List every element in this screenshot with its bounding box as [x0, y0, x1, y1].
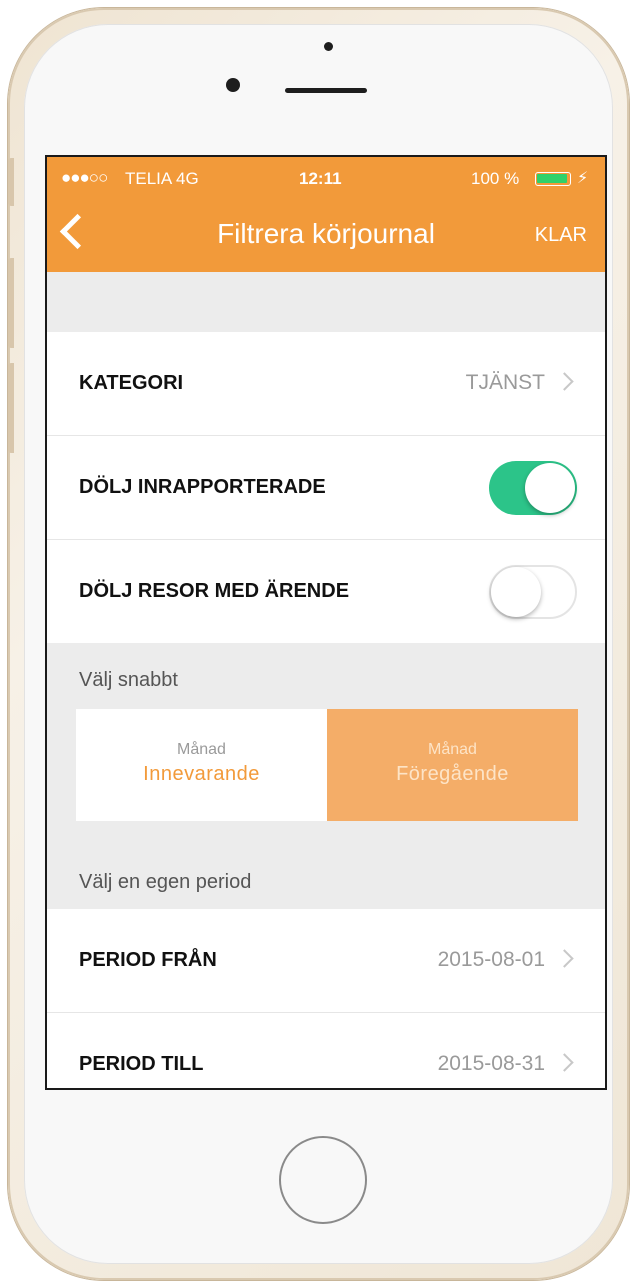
status-time: 12:11 — [299, 169, 342, 188]
battery-percentage: 100 % — [471, 169, 520, 188]
navigation-bar: Filtrera körjournal KLAR — [47, 212, 605, 262]
charging-icon: ⚡ — [577, 170, 589, 187]
mute-switch — [8, 158, 14, 206]
quick-select-header: Välj snabbt — [79, 669, 178, 691]
battery-icon — [535, 172, 571, 186]
toggle-knob — [491, 567, 541, 617]
chevron-right-icon — [555, 372, 574, 391]
custom-period-header: Välj en egen period — [79, 871, 252, 893]
hide-errand-trips-toggle[interactable] — [489, 565, 577, 619]
filter-settings-group: KATEGORI TJÄNST DÖLJ INRAPPORTERADE DÖLJ… — [47, 332, 605, 643]
period-to-label: PERIOD TILL — [79, 1053, 204, 1075]
period-from-row[interactable]: PERIOD FRÅN 2015-08-01 — [47, 909, 605, 1013]
status-bar: ●●●○○ TELIA 4G 12:11 100 % ⚡ — [47, 167, 605, 191]
period-from-label: PERIOD FRÅN — [79, 949, 217, 971]
page-title: Filtrera körjournal — [217, 218, 435, 249]
signal-strength-icon: ●●●○○ — [61, 168, 108, 187]
earpiece-speaker — [285, 88, 367, 93]
category-row[interactable]: KATEGORI TJÄNST — [47, 332, 605, 436]
proximity-sensor — [324, 42, 333, 51]
category-value: TJÄNST — [465, 371, 545, 394]
home-button[interactable] — [279, 1136, 367, 1224]
volume-up-button — [8, 258, 14, 348]
quick-select-segmented-control: Månad Innevarande Månad Föregående — [76, 709, 578, 821]
front-camera — [226, 78, 240, 92]
quick-select-previous-month[interactable]: Månad Föregående — [327, 709, 578, 821]
done-button[interactable]: KLAR — [535, 224, 587, 247]
volume-down-button — [8, 363, 14, 453]
chevron-right-icon — [555, 949, 574, 968]
quick-select-current-month[interactable]: Månad Innevarande — [76, 709, 327, 821]
quick-option-sub: Månad — [428, 741, 477, 758]
hide-errand-trips-label: DÖLJ RESOR MED ÄRENDE — [79, 580, 350, 602]
hide-reported-label: DÖLJ INRAPPORTERADE — [79, 476, 326, 498]
category-label: KATEGORI — [79, 372, 184, 394]
quick-option-label: Innevarande — [143, 763, 260, 785]
chevron-right-icon — [555, 1053, 574, 1072]
custom-period-group: PERIOD FRÅN 2015-08-01 PERIOD TILL 2015-… — [47, 909, 605, 1088]
hide-reported-toggle[interactable] — [489, 461, 577, 515]
hide-reported-row: DÖLJ INRAPPORTERADE — [47, 436, 605, 540]
period-from-value: 2015-08-01 — [437, 948, 545, 971]
toggle-knob — [525, 463, 575, 513]
hide-errand-trips-row: DÖLJ RESOR MED ÄRENDE — [47, 540, 605, 643]
carrier-label: TELIA 4G — [125, 169, 199, 188]
top-bar: ●●●○○ TELIA 4G 12:11 100 % ⚡ Filtrera kö… — [47, 157, 605, 272]
period-to-value: 2015-08-31 — [437, 1052, 545, 1075]
quick-option-label: Föregående — [396, 763, 509, 785]
quick-option-sub: Månad — [177, 741, 226, 758]
period-to-row[interactable]: PERIOD TILL 2015-08-31 — [47, 1013, 605, 1088]
app-screen: ●●●○○ TELIA 4G 12:11 100 % ⚡ Filtrera kö… — [45, 155, 607, 1090]
